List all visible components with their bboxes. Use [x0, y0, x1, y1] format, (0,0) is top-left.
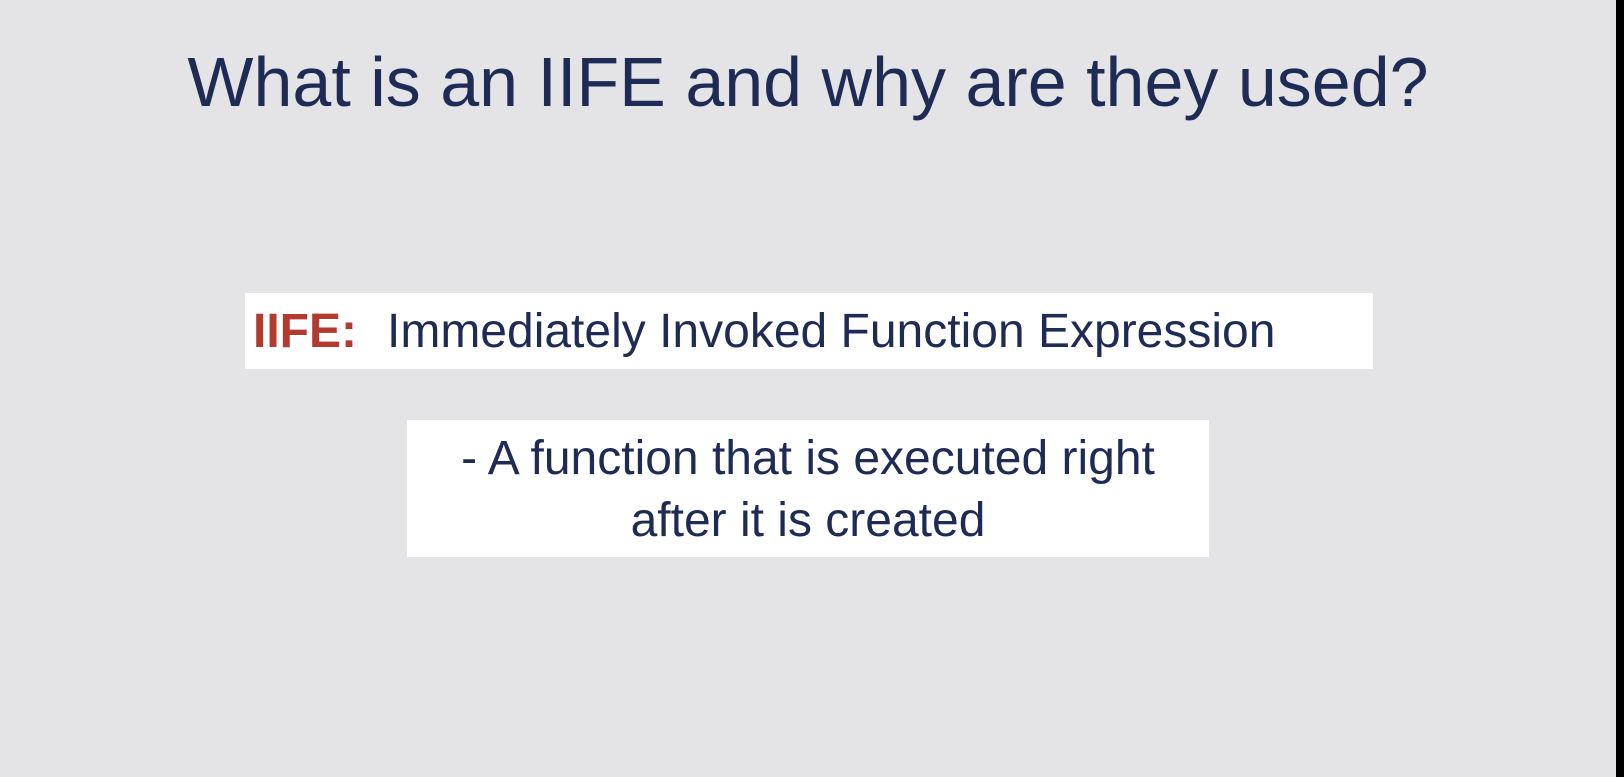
definition-text: Immediately Invoked Function Expression: [387, 304, 1276, 358]
description-line-2: after it is created: [630, 494, 986, 547]
definition-box: IIFE: Immediately Invoked Function Expre…: [245, 293, 1373, 369]
description-box: - A function that is executed right afte…: [407, 420, 1209, 557]
slide: What is an IIFE and why are they used? I…: [0, 0, 1616, 777]
definition-term: IIFE:: [253, 304, 357, 358]
slide-title: What is an IIFE and why are they used?: [187, 43, 1429, 121]
description-line-1: - A function that is executed right: [461, 432, 1155, 485]
